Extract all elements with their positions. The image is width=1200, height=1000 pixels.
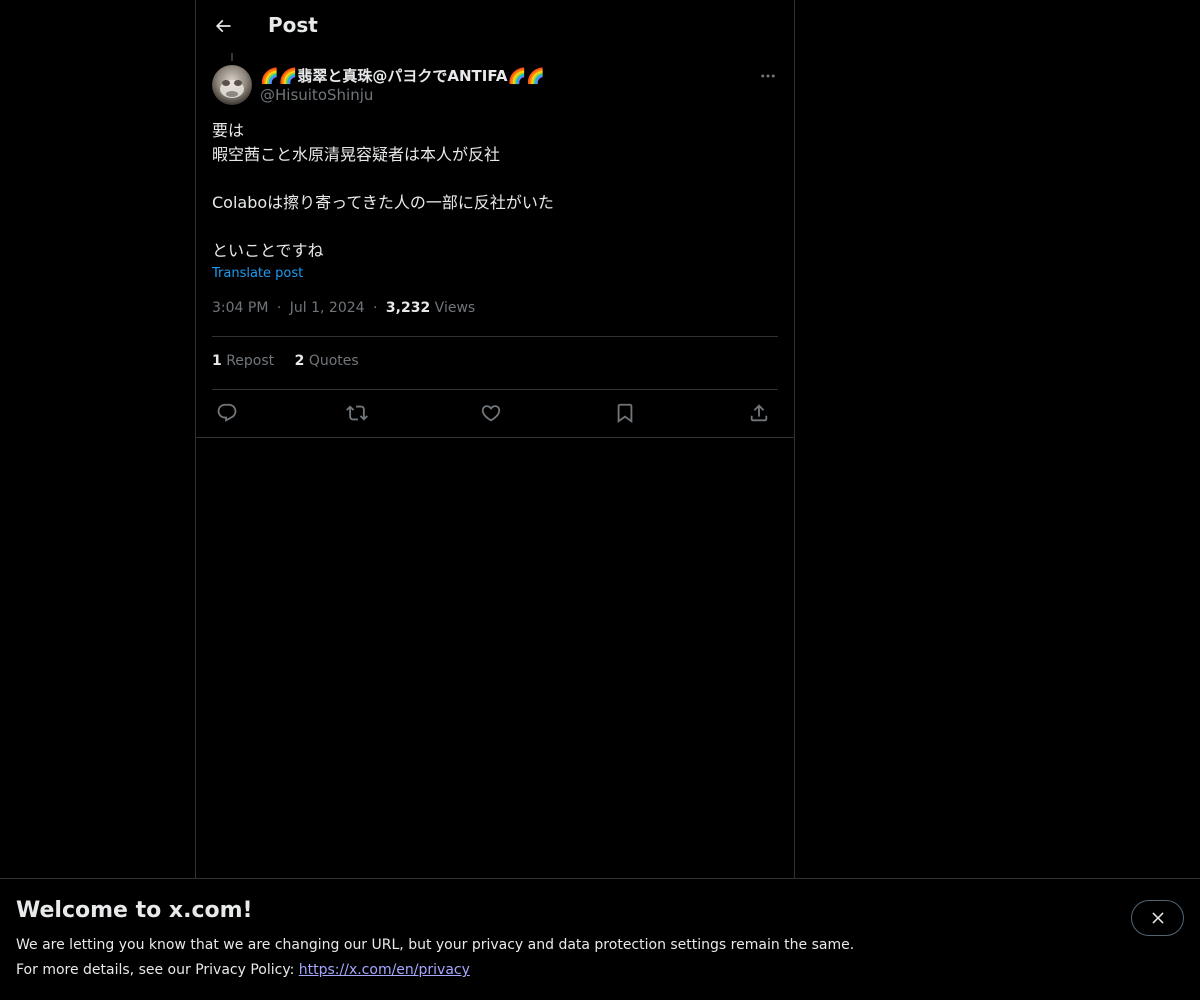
post-text-line [212,215,778,239]
bookmark-icon [617,403,633,424]
heart-icon [481,405,501,422]
bookmark-button[interactable] [612,400,638,426]
avatar[interactable] [212,65,252,105]
post-metadata: 3:04 PM · Jul 1, 2024 · 3,232 Views [212,300,475,316]
author-handle[interactable]: @HisuitoShinju [260,86,373,104]
privacy-policy-link[interactable]: https://x.com/en/privacy [299,962,470,978]
post-text-line: 暇空茜こと水原清晃容疑者は本人が反社 [212,145,501,164]
views-count: 3,232 [385,300,431,316]
post-text-line: Colaboは擦り寄ってきた人の一部に反社がいた [212,193,554,212]
reposts-stat[interactable]: 1 Repost [212,353,274,369]
repost-button[interactable] [344,400,370,426]
author-display-name[interactable]: 🌈🌈翡翠と真珠@パヨクでANTIFA🌈🌈 [260,65,545,86]
banner-title: Welcome to x.com! [16,898,253,923]
post-bottom-border [196,437,794,438]
divider [212,389,778,390]
meta-separator: · [373,300,378,316]
back-button[interactable] [206,9,240,43]
divider [212,336,778,337]
banner-message: We are letting you know that we are chan… [16,937,855,953]
post-text-line: 要は [212,121,245,140]
post-text-line: といことですね [212,241,324,260]
quotes-stat[interactable]: 2 Quotes [295,353,359,369]
translate-post-link[interactable]: Translate post [212,266,303,281]
repost-icon [346,405,368,421]
post-text-line [212,167,778,191]
post-text: 要は 暇空茜こと水原清晃容疑者は本人が反社 Colaboは擦り寄ってきた人の一部… [212,119,778,263]
reply-button[interactable] [214,400,240,426]
quotes-count: 2 [294,353,305,369]
banner-privacy-prefix: For more details, see our Privacy Policy… [16,962,299,978]
share-icon [750,404,768,422]
more-horizontal-icon [761,74,775,78]
post-time[interactable]: 3:04 PM [212,300,268,316]
close-icon [1151,912,1164,924]
more-options-button[interactable] [756,64,780,88]
avatar-image [212,65,252,105]
main-column: Post 🌈🌈翡翠と真珠@パヨクでANTIFA🌈🌈 @HisuitoShinju [195,0,795,1000]
banner-privacy-line: For more details, see our Privacy Policy… [16,962,470,978]
quotes-label: Quotes [308,353,359,369]
post-date[interactable]: Jul 1, 2024 [290,300,365,316]
reposts-label: Repost [226,353,275,369]
close-banner-button[interactable] [1131,900,1184,936]
arrow-left-icon [215,19,231,33]
welcome-banner: Welcome to x.com! We are letting you kno… [0,878,1200,1000]
views-label: Views [434,300,476,316]
page-header: Post [196,0,794,53]
meta-separator: · [276,300,282,316]
thread-connector-line [231,53,233,61]
like-button[interactable] [478,400,504,426]
reply-icon [217,403,237,422]
share-button[interactable] [746,400,772,426]
action-bar [212,400,778,426]
reposts-count: 1 [212,353,222,369]
engagement-stats: 1 Repost 2 Quotes [212,353,375,369]
page-title: Post [268,13,318,37]
